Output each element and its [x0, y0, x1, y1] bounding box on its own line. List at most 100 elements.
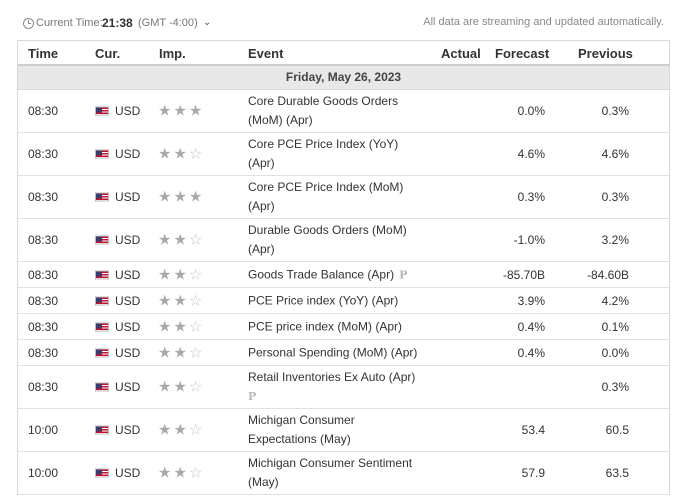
table-row[interactable]: 08:30 USD ★★☆ PCE Price index (YoY) (Apr) 3.… [18, 288, 669, 314]
star-filled-icon: ★ [173, 231, 189, 249]
star-filled-icon: ★ [173, 464, 189, 482]
table-row[interactable]: 10:00 USD ★★☆ Michigan Consumer Sentiment (M… [18, 452, 669, 495]
event-currency: USD [115, 423, 141, 437]
event-currency: USD [115, 104, 141, 118]
star-filled-icon: ★ [158, 292, 174, 309]
star-empty-icon: ☆ [188, 421, 205, 439]
star-filled-icon: ★ [158, 344, 174, 361]
table-row[interactable]: 08:30 USD ★★☆ PCE price index (MoM) (Apr) 0.… [18, 314, 669, 340]
chevron-down-icon[interactable]: ⌄ [203, 17, 211, 28]
us-flag-icon [95, 425, 109, 435]
event-name-line1[interactable]: Michigan Consumer [248, 413, 355, 427]
event-name-line1[interactable]: PCE Price index (YoY) (Apr) [248, 293, 398, 307]
table-row[interactable]: 08:30 USD ★★☆ Durable Goods Orders (MoM) (Ap… [18, 219, 669, 262]
top-bar: Current Time: 21:38 (GMT -4:00) ⌄ All da… [0, 0, 677, 40]
event-name-line1[interactable]: Goods Trade Balance (Apr) [248, 267, 394, 281]
event-rows: 08:30 USD ★★★ Core Durable Goods Orders (MoM… [18, 90, 669, 495]
timezone-selector[interactable]: (GMT -4:00) [138, 17, 198, 29]
event-currency: USD [115, 380, 141, 394]
table-row[interactable]: 08:30 USD ★★☆ Personal Spending (MoM) (Apr)… [18, 340, 669, 366]
event-name-line2[interactable]: Expectations (May) [248, 432, 351, 446]
event-name-line1[interactable]: Core PCE Price Index (YoY) [248, 137, 398, 151]
event-forecast: -1.0% [513, 233, 545, 247]
event-name[interactable]: Durable Goods Orders (MoM) (Apr) [248, 221, 407, 259]
event-previous: -84.60B [586, 267, 629, 282]
star-filled-icon: ★ [158, 318, 174, 335]
star-empty-icon: ☆ [188, 318, 205, 335]
event-forecast: 0.3% [517, 190, 545, 204]
star-filled-icon: ★ [188, 102, 205, 120]
event-name[interactable]: Michigan Consumer Sentiment (May) [248, 454, 412, 492]
star-empty-icon: ☆ [188, 464, 205, 482]
importance-stars: ★★☆ [158, 233, 204, 248]
event-name[interactable]: PCE price index (MoM) (Apr) [248, 317, 402, 336]
event-name[interactable]: Core PCE Price Index (MoM) (Apr) [248, 178, 403, 216]
event-currency: USD [115, 267, 141, 282]
event-time: 08:30 [28, 319, 59, 334]
event-name-line1[interactable]: Michigan Consumer Sentiment [248, 456, 412, 470]
importance-stars: ★★☆ [158, 147, 204, 162]
star-filled-icon: ★ [173, 102, 189, 120]
star-filled-icon: ★ [173, 318, 189, 335]
event-forecast: -85.70B [502, 267, 545, 282]
importance-stars: ★★★ [158, 190, 204, 205]
event-forecast: 0.4% [517, 345, 545, 360]
event-currency: USD [115, 319, 141, 334]
event-currency: USD [115, 190, 141, 204]
table-header: Time Cur. Imp. Event Actual Forecast Pre… [18, 40, 669, 66]
star-empty-icon: ☆ [188, 231, 205, 249]
table-row[interactable]: 08:30 USD ★★☆ Goods Trade Balance (Apr) P -85… [18, 262, 669, 288]
event-name-line2[interactable]: (Apr) [248, 156, 275, 170]
star-filled-icon: ★ [158, 464, 174, 482]
event-previous: 0.3% [601, 380, 629, 394]
event-name[interactable]: Core Durable Goods Orders (MoM) (Apr) [248, 92, 398, 130]
event-time: 10:00 [28, 466, 59, 480]
star-filled-icon: ★ [158, 102, 174, 120]
event-name[interactable]: Retail Inventories Ex Auto (Apr) P [248, 368, 415, 406]
event-name-line2[interactable]: (MoM) (Apr) [248, 113, 313, 127]
event-name-line1[interactable]: Personal Spending (MoM) (Apr) [248, 345, 417, 359]
us-flag-icon [95, 106, 109, 116]
current-time-value: 21:38 [102, 16, 133, 30]
importance-stars: ★★☆ [158, 293, 204, 308]
event-currency: USD [115, 466, 141, 480]
event-name[interactable]: Core PCE Price Index (YoY) (Apr) [248, 135, 398, 173]
importance-stars: ★★☆ [158, 345, 204, 360]
event-name[interactable]: Personal Spending (MoM) (Apr) [248, 343, 417, 362]
star-filled-icon: ★ [173, 145, 189, 163]
event-name-line2[interactable]: (Apr) [248, 199, 275, 213]
table-row[interactable]: 08:30 USD ★★☆ Retail Inventories Ex Auto (A… [18, 366, 669, 409]
column-header-actual: Actual [441, 46, 481, 61]
us-flag-icon [95, 468, 109, 478]
table-row[interactable]: 08:30 USD ★★☆ Core PCE Price Index (YoY) (Ap… [18, 133, 669, 176]
event-name-line1[interactable]: Durable Goods Orders (MoM) [248, 223, 407, 237]
event-previous: 60.5 [605, 423, 629, 437]
event-name-line1[interactable]: PCE price index (MoM) (Apr) [248, 319, 402, 333]
event-name-line1[interactable]: Core PCE Price Index (MoM) [248, 180, 403, 194]
event-name-line1[interactable]: Core Durable Goods Orders [248, 94, 398, 108]
table-row[interactable]: 08:30 USD ★★★ Core Durable Goods Orders (MoM… [18, 90, 669, 133]
star-filled-icon: ★ [158, 378, 174, 396]
star-filled-icon: ★ [158, 188, 174, 206]
event-name-line1[interactable]: Retail Inventories Ex Auto (Apr) [248, 370, 415, 384]
column-header-time: Time [28, 46, 59, 61]
event-forecast: 57.9 [521, 466, 545, 480]
event-currency: USD [115, 293, 141, 308]
column-header-importance: Imp. [159, 46, 186, 61]
star-empty-icon: ☆ [188, 292, 205, 309]
event-name-line2[interactable]: (May) [248, 475, 279, 489]
us-flag-icon [95, 149, 109, 159]
event-previous: 3.2% [601, 233, 629, 247]
event-name-line2[interactable]: (Apr) [248, 242, 275, 256]
event-name[interactable]: Goods Trade Balance (Apr) P [248, 265, 407, 284]
event-name[interactable]: PCE Price index (YoY) (Apr) [248, 291, 398, 310]
table-row[interactable]: 10:00 USD ★★☆ Michigan Consumer Expectations… [18, 409, 669, 452]
importance-stars: ★★☆ [158, 267, 204, 282]
event-previous: 4.2% [601, 293, 629, 308]
importance-stars: ★★★ [158, 104, 204, 119]
star-filled-icon: ★ [173, 266, 189, 283]
event-previous: 0.1% [601, 319, 629, 334]
event-name[interactable]: Michigan Consumer Expectations (May) [248, 411, 355, 449]
star-empty-icon: ☆ [188, 266, 205, 283]
table-row[interactable]: 08:30 USD ★★★ Core PCE Price Index (MoM) (Ap… [18, 176, 669, 219]
